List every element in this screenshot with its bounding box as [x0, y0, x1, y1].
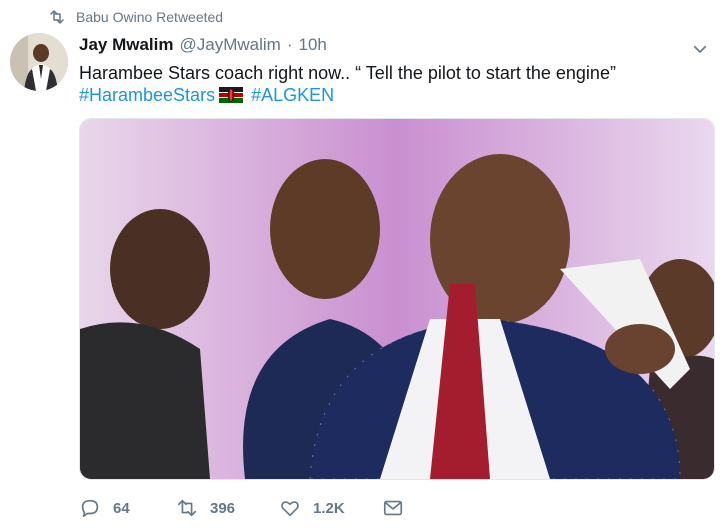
retweet-icon	[177, 499, 197, 517]
hashtag-algken[interactable]: #ALGKEN	[251, 83, 334, 107]
tweet-header: Jay Mwalim @JayMwalim · 10h	[79, 35, 327, 55]
tweet-text: Harambee Stars coach right now.. “ Tell …	[79, 63, 616, 83]
user-handle[interactable]: @JayMwalim	[180, 35, 281, 55]
display-name[interactable]: Jay Mwalim	[79, 35, 174, 55]
avatar[interactable]	[10, 33, 68, 91]
tweet-photo[interactable]	[79, 118, 715, 480]
retweet-count: 396	[210, 499, 236, 517]
like-count: 1.2K	[313, 499, 345, 517]
like-icon	[281, 501, 299, 517]
tweet-actions: 64 396 1.2K	[79, 497, 404, 519]
retweet-icon	[50, 10, 64, 24]
reply-count: 64	[113, 499, 130, 517]
direct-message-icon	[383, 500, 403, 516]
reply-icon	[81, 499, 99, 518]
hashtag-harambeestars[interactable]: #HarambeeStars	[79, 83, 215, 107]
reply-button[interactable]: 64	[79, 497, 176, 519]
direct-message-button[interactable]	[382, 497, 404, 519]
tweet-timestamp[interactable]: 10h	[299, 35, 327, 55]
retweet-context[interactable]: Babu Owino Retweeted	[48, 8, 223, 26]
retweet-context-text: Babu Owino Retweeted	[76, 9, 224, 25]
retweet-button[interactable]: 396	[176, 497, 279, 519]
kenya-flag-icon	[219, 87, 244, 103]
separator-dot: ·	[286, 35, 293, 54]
hashtag-row: #HarambeeStars #ALGKEN	[79, 83, 334, 107]
chevron-down-icon[interactable]	[691, 40, 709, 58]
like-button[interactable]: 1.2K	[279, 497, 382, 519]
